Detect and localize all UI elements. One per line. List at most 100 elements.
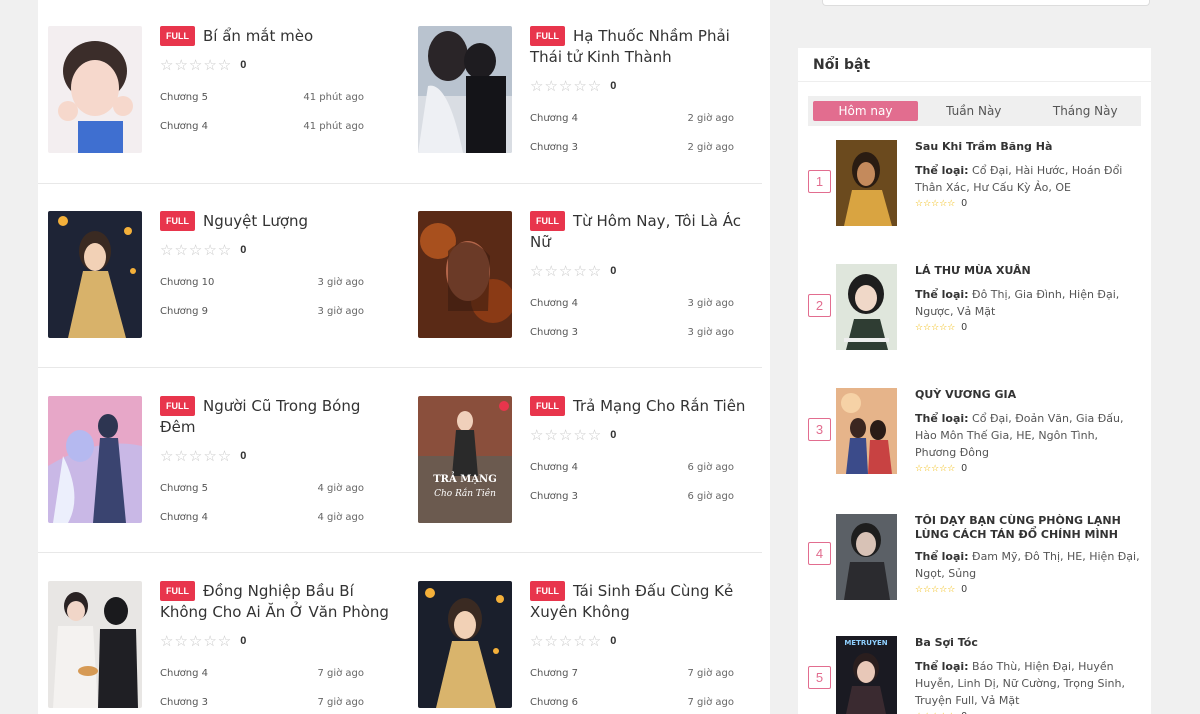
- story-title-line[interactable]: FULL Từ Hôm Nay, Tôi Là Ác Nữ: [530, 211, 762, 253]
- chapter-link[interactable]: Chương 4 3 giờ ago: [530, 289, 734, 318]
- featured-title[interactable]: Ba Sợi Tóc: [915, 636, 1141, 650]
- story-title-line[interactable]: FULL Đồng Nghiệp Bầu Bí Không Cho Ai Ăn Ở…: [160, 581, 392, 623]
- story-title[interactable]: Nguyệt Lượng: [203, 212, 308, 230]
- featured-title[interactable]: Sau Khi Trầm Băng Hà: [915, 140, 1141, 154]
- story-rating: ☆☆☆☆☆ 0: [530, 262, 762, 280]
- chapter-link[interactable]: Chương 3 7 giờ ago: [160, 688, 364, 714]
- chapter-time: 6 giờ ago: [687, 462, 734, 473]
- chapter-link[interactable]: Chương 5 4 giờ ago: [160, 474, 364, 503]
- chapter-name[interactable]: Chương 5: [160, 92, 208, 103]
- featured-title[interactable]: TÔI DẠY BẠN CÙNG PHÒNG LẠNH LÙNG CÁCH TÁ…: [915, 514, 1141, 542]
- featured-genres: Thể loại: Đô Thị, Gia Đình, Hiện Đại, Ng…: [915, 286, 1141, 320]
- chapter-name[interactable]: Chương 3: [160, 697, 208, 708]
- story-title[interactable]: Trả Mạng Cho Rắn Tiên: [573, 397, 745, 415]
- chapter-time: 7 giờ ago: [317, 668, 364, 679]
- chapter-link[interactable]: Chương 4 7 giờ ago: [160, 659, 364, 688]
- story-cover[interactable]: [48, 211, 142, 338]
- story-cover[interactable]: [48, 396, 142, 523]
- rating-stars-icon: ☆☆☆☆☆: [160, 447, 233, 465]
- chapter-name[interactable]: Chương 7: [530, 668, 578, 679]
- chapter-link[interactable]: Chương 4 41 phút ago: [160, 112, 364, 141]
- featured-cover[interactable]: [836, 514, 897, 600]
- story-card[interactable]: TRẢ MẠNG Cho Rắn Tiên FULL Trả Mạng Cho Rắ…: [408, 370, 763, 554]
- chapter-name[interactable]: Chương 6: [530, 697, 578, 708]
- featured-cover[interactable]: [836, 264, 897, 350]
- chapter-link[interactable]: Chương 10 3 giờ ago: [160, 268, 364, 297]
- chapter-name[interactable]: Chương 3: [530, 142, 578, 153]
- featured-cover[interactable]: METRUYEN: [836, 636, 897, 714]
- story-card[interactable]: FULL Từ Hôm Nay, Tôi Là Ác Nữ ☆☆☆☆☆ 0 Chươ…: [408, 185, 763, 369]
- chapter-name[interactable]: Chương 4: [160, 121, 208, 132]
- story-card[interactable]: FULL Bí ẩn mắt mèo ☆☆☆☆☆ 0 Chương 5 41 phút…: [38, 0, 393, 184]
- story-title-line[interactable]: FULL Trả Mạng Cho Rắn Tiên: [530, 396, 762, 417]
- story-title-line[interactable]: FULL Bí ẩn mắt mèo: [160, 26, 392, 47]
- story-card[interactable]: FULL Người Cũ Trong Bóng Đêm ☆☆☆☆☆ 0 Chươn…: [38, 370, 393, 554]
- rating-value: 0: [610, 635, 617, 647]
- chapter-name[interactable]: Chương 4: [160, 512, 208, 523]
- story-card[interactable]: FULL Đồng Nghiệp Bầu Bí Không Cho Ai Ăn Ở…: [38, 555, 393, 714]
- featured-rating: ☆☆☆☆☆ 0: [915, 322, 1141, 333]
- chapter-name[interactable]: Chương 4: [530, 462, 578, 473]
- story-rating: ☆☆☆☆☆ 0: [160, 632, 392, 650]
- featured-cover[interactable]: [836, 140, 897, 226]
- featured-title[interactable]: QUỲ VƯƠNG GIA: [915, 388, 1141, 402]
- chapter-name[interactable]: Chương 10: [160, 277, 214, 288]
- featured-cover[interactable]: [836, 388, 897, 474]
- full-badge: FULL: [160, 581, 195, 601]
- rating-stars-icon: ☆☆☆☆☆: [530, 426, 603, 444]
- chapter-name[interactable]: Chương 4: [530, 113, 578, 124]
- story-title-line[interactable]: FULL Người Cũ Trong Bóng Đêm: [160, 396, 392, 438]
- chapter-link[interactable]: Chương 9 3 giờ ago: [160, 297, 364, 326]
- story-row: FULL Bí ẩn mắt mèo ☆☆☆☆☆ 0 Chương 5 41 phút…: [38, 0, 770, 184]
- story-cover[interactable]: TRẢ MẠNG Cho Rắn Tiên: [418, 396, 512, 523]
- tab-this-week[interactable]: Tuần Này: [918, 101, 1030, 121]
- chapter-name[interactable]: Chương 4: [530, 298, 578, 309]
- tab-today[interactable]: Hôm nay: [813, 101, 918, 121]
- chapter-name[interactable]: Chương 4: [160, 668, 208, 679]
- rank-number: 3: [808, 418, 831, 441]
- chapter-name[interactable]: Chương 5: [160, 483, 208, 494]
- chapter-link[interactable]: Chương 4 6 giờ ago: [530, 453, 734, 482]
- featured-genres: Thể loại: Cổ Đại, Đoản Văn, Gia Đấu, Hào…: [915, 410, 1141, 461]
- chapter-time: 4 giờ ago: [317, 483, 364, 494]
- story-title-line[interactable]: FULL Tái Sinh Đấu Cùng Kẻ Xuyên Không: [530, 581, 762, 623]
- chapter-link[interactable]: Chương 3 6 giờ ago: [530, 482, 734, 511]
- chapter-name[interactable]: Chương 3: [530, 491, 578, 502]
- chapter-time: 7 giờ ago: [317, 697, 364, 708]
- chapter-time: 3 giờ ago: [317, 277, 364, 288]
- tab-this-month[interactable]: Tháng Này: [1030, 101, 1142, 121]
- story-title[interactable]: Bí ẩn mắt mèo: [203, 27, 313, 45]
- story-rating: ☆☆☆☆☆ 0: [530, 77, 762, 95]
- chapter-link[interactable]: Chương 6 7 giờ ago: [530, 688, 734, 714]
- story-title-line[interactable]: FULL Nguyệt Lượng: [160, 211, 392, 232]
- row-divider: [38, 552, 762, 553]
- story-cover[interactable]: [48, 26, 142, 153]
- story-cover[interactable]: [48, 581, 142, 708]
- story-cover[interactable]: [418, 581, 512, 708]
- story-title-line[interactable]: FULL Hạ Thuốc Nhầm Phải Thái tử Kinh Thàn…: [530, 26, 762, 68]
- featured-rating: ☆☆☆☆☆ 0: [915, 463, 1141, 474]
- chapter-time: 6 giờ ago: [687, 491, 734, 502]
- featured-title[interactable]: LÁ THƯ MÙA XUÂN: [915, 264, 1141, 278]
- chapter-link[interactable]: Chương 7 7 giờ ago: [530, 659, 734, 688]
- story-card[interactable]: FULL Tái Sinh Đấu Cùng Kẻ Xuyên Không ☆☆☆…: [408, 555, 763, 714]
- chapter-name[interactable]: Chương 9: [160, 306, 208, 317]
- genre-label: Thể loại:: [915, 660, 969, 673]
- chapter-link[interactable]: Chương 4 2 giờ ago: [530, 104, 734, 133]
- story-card[interactable]: FULL Hạ Thuốc Nhầm Phải Thái tử Kinh Thàn…: [408, 0, 763, 184]
- chapter-link[interactable]: Chương 3 2 giờ ago: [530, 133, 734, 162]
- chapter-name[interactable]: Chương 3: [530, 327, 578, 338]
- story-row: FULL Nguyệt Lượng ☆☆☆☆☆ 0 Chương 10 3 giờ a…: [38, 185, 770, 369]
- story-cover[interactable]: [418, 26, 512, 153]
- rating-value: 0: [961, 584, 967, 595]
- chapter-link[interactable]: Chương 4 4 giờ ago: [160, 503, 364, 532]
- chapter-time: 3 giờ ago: [317, 306, 364, 317]
- rating-value: 0: [961, 463, 967, 474]
- full-badge: FULL: [530, 581, 565, 601]
- chapter-link[interactable]: Chương 3 3 giờ ago: [530, 318, 734, 347]
- story-cover[interactable]: [418, 211, 512, 338]
- chapter-link[interactable]: Chương 5 41 phút ago: [160, 83, 364, 112]
- story-rating: ☆☆☆☆☆ 0: [160, 447, 392, 465]
- story-card[interactable]: FULL Nguyệt Lượng ☆☆☆☆☆ 0 Chương 10 3 giờ a…: [38, 185, 393, 369]
- cover-title-text: TRẢ MẠNG: [433, 472, 497, 485]
